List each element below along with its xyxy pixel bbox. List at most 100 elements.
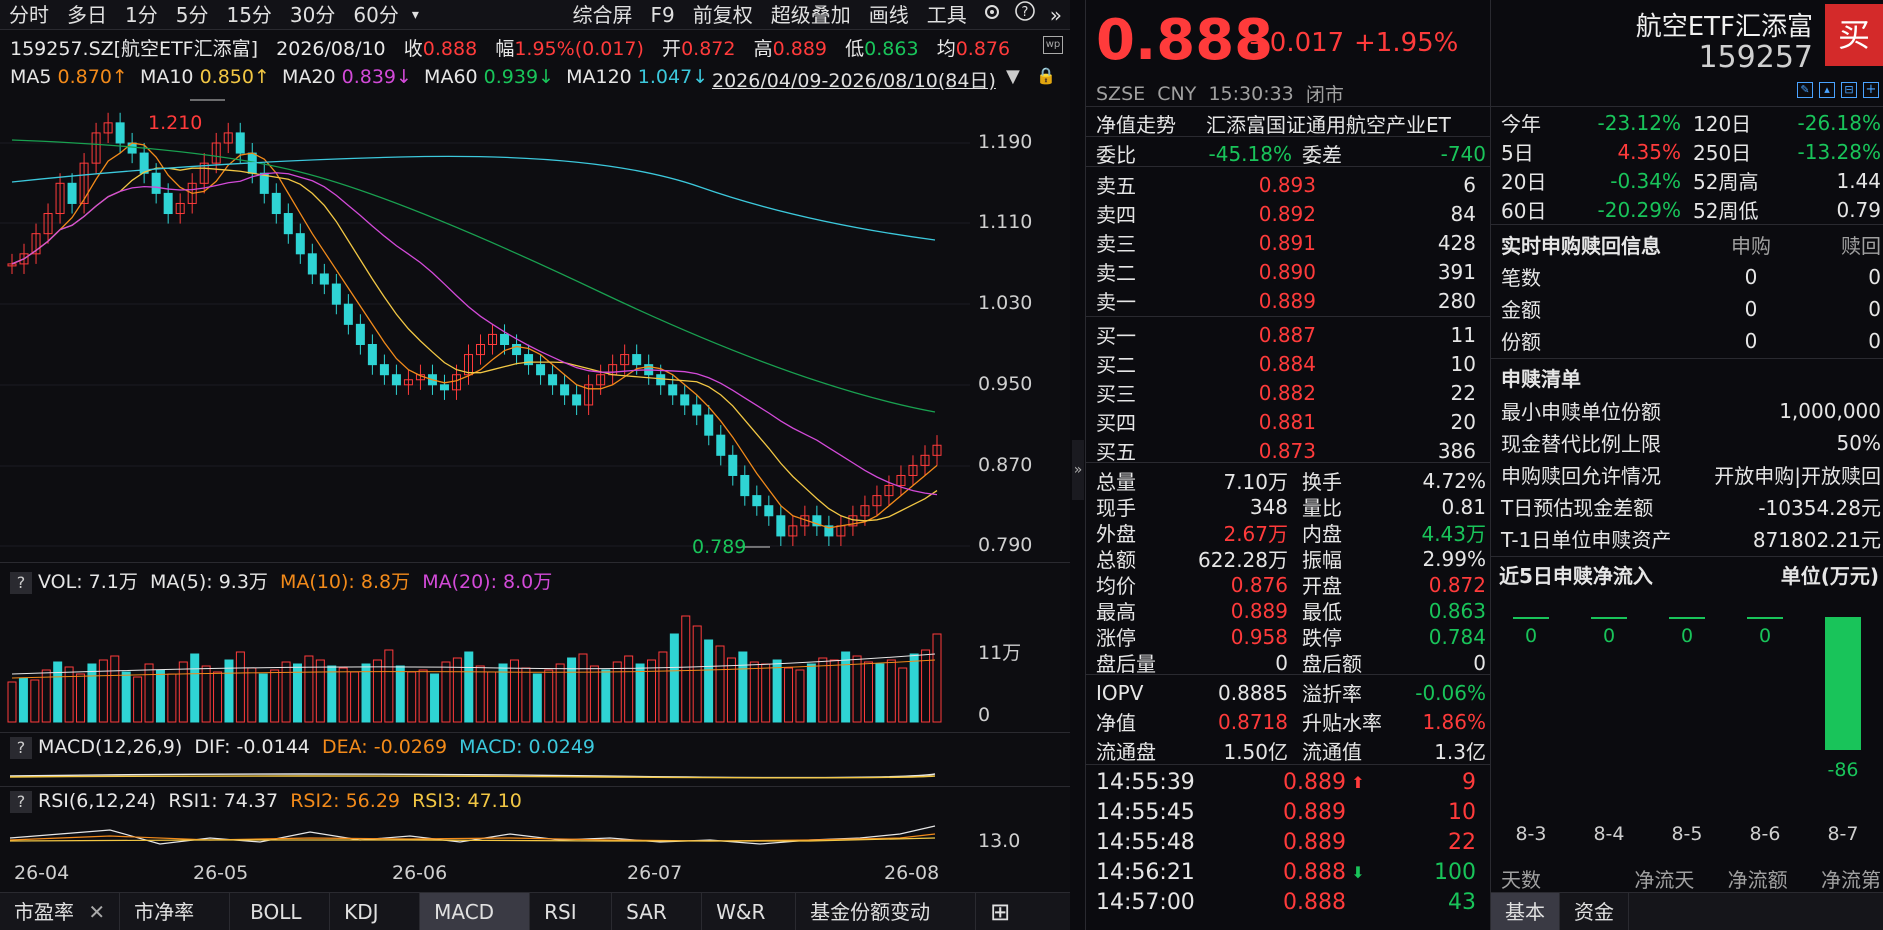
stat-value: 1.50亿 bbox=[1223, 740, 1288, 764]
tab-30min[interactable]: 30分 bbox=[281, 0, 344, 30]
trade-time: 14:56:21 bbox=[1096, 860, 1195, 885]
stat-value: 0.958 bbox=[1230, 624, 1288, 649]
draw-line-button[interactable]: 画线 bbox=[860, 0, 918, 30]
tab-fund-share-change[interactable]: 基金份额变动 bbox=[796, 893, 977, 930]
stat-label: 均价 bbox=[1096, 574, 1136, 598]
help-icon[interactable]: ? bbox=[10, 736, 32, 759]
export-icon[interactable]: wp bbox=[1043, 36, 1063, 54]
tools-button[interactable]: 工具 bbox=[918, 0, 976, 30]
tab-rsi[interactable]: RSI bbox=[530, 893, 613, 930]
quote-date: 2026/08/10 bbox=[276, 38, 386, 60]
ask-row[interactable]: 卖二 0.890 391 bbox=[1096, 257, 1486, 286]
forward-adjust-button[interactable]: 前复权 bbox=[684, 0, 762, 30]
subred-subscribe-value: 0 bbox=[1744, 296, 1758, 321]
ask-row[interactable]: 卖三 0.891 428 bbox=[1096, 228, 1486, 257]
candle-body bbox=[283, 213, 293, 235]
tab-pe[interactable]: 市盈率 ✕ bbox=[0, 893, 121, 930]
tab-1min[interactable]: 1分 bbox=[116, 0, 167, 30]
tab-60min[interactable]: 60分 bbox=[344, 0, 407, 30]
collapse-handle[interactable]: » bbox=[1072, 440, 1084, 500]
tab-macd[interactable]: MACD bbox=[420, 893, 531, 930]
tab-basic[interactable]: 基本 bbox=[1491, 893, 1560, 930]
trade-price: 0.888 bbox=[1283, 860, 1346, 885]
close-icon[interactable]: ✕ bbox=[88, 900, 105, 924]
kline-chart[interactable] bbox=[0, 92, 1070, 560]
tab-multiday[interactable]: 多日 bbox=[58, 0, 116, 30]
perf-value: -23.12% bbox=[1597, 110, 1681, 135]
add-icon[interactable]: + bbox=[1863, 82, 1879, 98]
ma60-value: 0.939↓ bbox=[483, 66, 554, 88]
candle-body bbox=[656, 374, 666, 386]
divider bbox=[1086, 462, 1491, 463]
candle-body bbox=[716, 434, 726, 456]
add-tab-icon[interactable]: ⊞ bbox=[976, 893, 1024, 930]
list-value: 开放申购|开放赎回 bbox=[1714, 464, 1881, 488]
volume-bar bbox=[384, 649, 394, 723]
help-icon[interactable]: ? bbox=[10, 790, 32, 813]
subred-row: 笔数 0 0 bbox=[1501, 262, 1881, 291]
trade-time: 14:55:48 bbox=[1096, 830, 1195, 855]
stat-value: 7.10万 bbox=[1223, 470, 1288, 494]
period-dropdown-icon[interactable]: ▾ bbox=[408, 0, 423, 30]
f9-button[interactable]: F9 bbox=[642, 0, 684, 30]
tab-pb[interactable]: 市净率 bbox=[120, 893, 231, 930]
ask-row[interactable]: 卖一 0.889 280 bbox=[1096, 286, 1486, 315]
candle-body bbox=[776, 515, 786, 537]
rsi-chart[interactable] bbox=[0, 816, 1070, 856]
macd-chart[interactable] bbox=[0, 762, 1070, 784]
tab-capital[interactable]: 资金 bbox=[1560, 893, 1629, 930]
lock-icon[interactable]: 🔒 bbox=[1036, 66, 1056, 85]
gear-icon[interactable] bbox=[976, 0, 1008, 30]
trade-time: 14:57:00 bbox=[1096, 890, 1195, 915]
stat-row: 总额 622.28万 振幅 2.99% bbox=[1096, 544, 1486, 573]
tab-boll[interactable]: BOLL bbox=[230, 893, 331, 930]
grid-icon[interactable]: ⊟ bbox=[1841, 82, 1857, 98]
ask-row[interactable]: 卖五 0.893 6 bbox=[1096, 170, 1486, 199]
tab-15min[interactable]: 15分 bbox=[217, 0, 280, 30]
chart-icon[interactable]: ▴ bbox=[1819, 82, 1835, 98]
nav-trend-row[interactable]: 净值走势 汇添富国证通用航空产业ET bbox=[1096, 109, 1486, 138]
tab-sar[interactable]: SAR bbox=[612, 893, 703, 930]
stat-row: 现手 348 量比 0.81 bbox=[1096, 492, 1486, 521]
bid-row[interactable]: 买一 0.887 11 bbox=[1096, 320, 1486, 349]
stat-label: 内盘 bbox=[1302, 522, 1342, 546]
bid-row[interactable]: 买五 0.873 386 bbox=[1096, 436, 1486, 465]
stat-value: -0.06% bbox=[1415, 680, 1486, 705]
volume-bar bbox=[201, 665, 211, 723]
rsi-axis-label: 13.0 bbox=[978, 830, 1021, 852]
candle-body bbox=[560, 384, 570, 396]
ask-row[interactable]: 卖四 0.892 84 bbox=[1096, 199, 1486, 228]
buy-button[interactable]: 买 bbox=[1825, 4, 1883, 66]
double-chevron-right-icon[interactable]: » bbox=[1042, 0, 1070, 30]
divider bbox=[1491, 358, 1883, 359]
close-value: 0.888 bbox=[422, 38, 478, 60]
divider bbox=[1086, 764, 1491, 765]
tab-kdj[interactable]: KDJ bbox=[330, 893, 421, 930]
tab-5min[interactable]: 5分 bbox=[167, 0, 218, 30]
tab-intraday[interactable]: 分时 bbox=[0, 0, 58, 30]
close-label: 收 bbox=[403, 38, 423, 60]
bid-row[interactable]: 买四 0.881 20 bbox=[1096, 407, 1486, 436]
volume-bar bbox=[361, 663, 371, 723]
tab-wr[interactable]: W&R bbox=[702, 893, 797, 930]
volume-chart[interactable] bbox=[0, 594, 1070, 730]
date-axis-label: 26-04 bbox=[14, 862, 70, 884]
bid-label: 买五 bbox=[1096, 440, 1136, 464]
bid-row[interactable]: 买二 0.884 10 bbox=[1096, 349, 1486, 378]
triangle-down-icon[interactable]: ▼ bbox=[1006, 66, 1020, 87]
help-icon[interactable]: ? bbox=[1008, 0, 1042, 30]
edit-icon[interactable]: ✎ bbox=[1797, 82, 1813, 98]
date-axis-label: 26-07 bbox=[627, 862, 683, 884]
bid-row[interactable]: 买三 0.882 22 bbox=[1096, 378, 1486, 407]
composite-screen-button[interactable]: 综合屏 bbox=[564, 0, 642, 30]
help-icon[interactable]: ? bbox=[10, 571, 32, 594]
super-overlay-button[interactable]: 超级叠加 bbox=[762, 0, 860, 30]
bid-price: 0.873 bbox=[1258, 438, 1316, 463]
bid-volume: 10 bbox=[1450, 351, 1476, 376]
stat-row: 涨停 0.958 跌停 0.784 bbox=[1096, 622, 1486, 651]
subred-label: 份额 bbox=[1501, 330, 1541, 354]
trade-price: 0.889 bbox=[1283, 770, 1346, 795]
trade-time: 14:55:45 bbox=[1096, 800, 1195, 825]
volume-bar bbox=[875, 663, 885, 723]
volume-bar bbox=[601, 669, 611, 723]
